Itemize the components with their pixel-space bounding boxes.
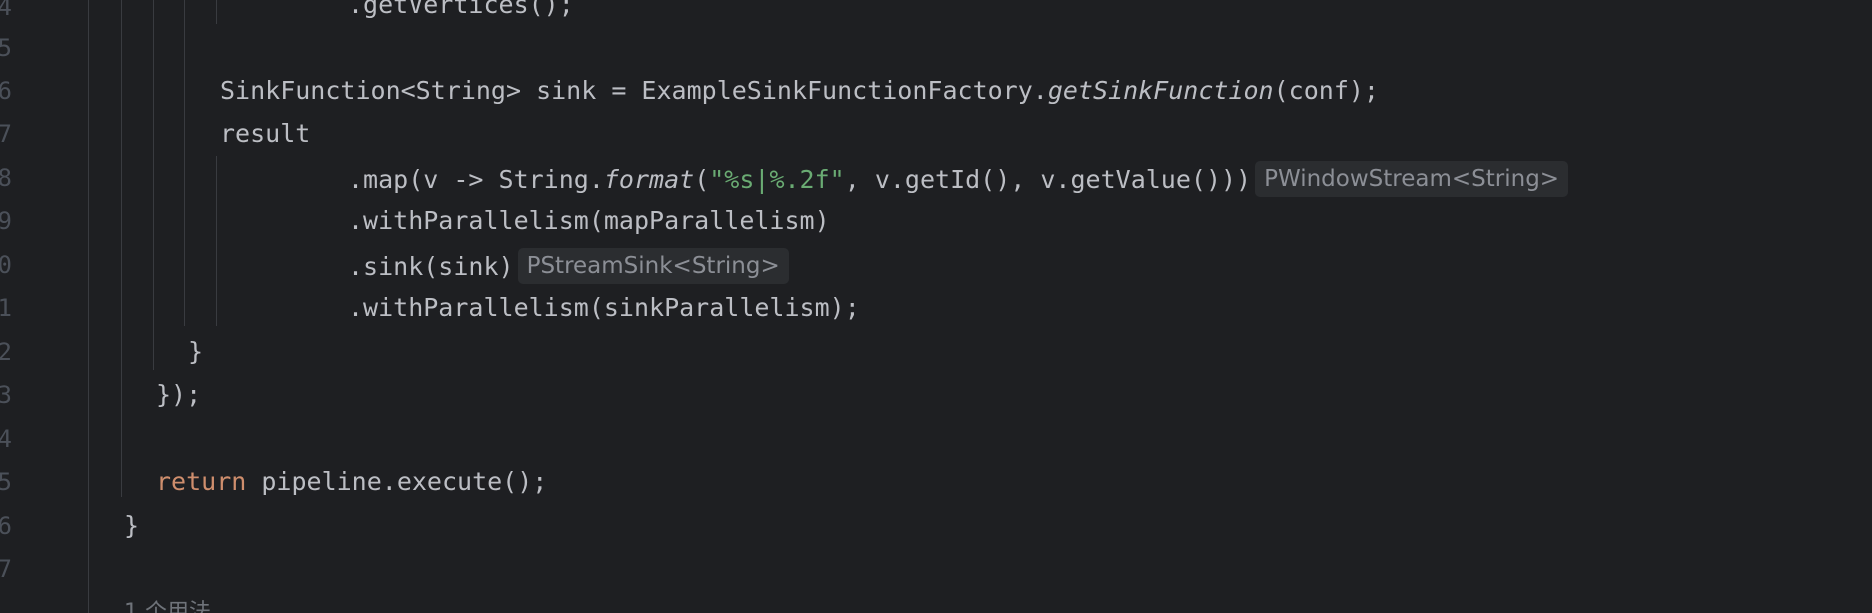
string-literal: "%s|%.2f" [709,165,845,194]
code-line: } [188,337,204,366]
code-line: result [220,119,311,148]
method-call-italic: getSinkFunction [1047,76,1274,105]
code-area[interactable]: .getVertices(); SinkFunction<String> sin… [0,0,1872,613]
code-line: .withParallelism(mapParallelism) [348,206,830,235]
code-token: (conf); [1273,76,1379,105]
type-inlay-hint[interactable]: PStreamSink<String> [517,248,789,284]
keyword-return: return [156,467,247,496]
code-line: .map(v -> String.format("%s|%.2f", v.get… [348,161,1569,197]
code-token: .map(v -> String. [348,165,604,194]
code-token: SinkFunction<String> sink = ExampleSinkF… [220,76,1048,105]
code-token: .sink(sink) [348,252,514,281]
code-token: pipeline.execute(); [246,467,548,496]
static-method-italic: format [603,165,695,194]
usages-code-vision[interactable]: 1 个用法 [124,598,211,613]
code-line: .getVertices(); [348,0,574,19]
code-line: .sink(sink) PStreamSink<String> [348,248,789,284]
code-line: return pipeline.execute(); [156,467,547,497]
code-line: .withParallelism(sinkParallelism); [348,293,860,322]
code-line: }); [156,380,202,409]
code-token: , v.getId(), v.getValue())) [844,165,1252,194]
code-token: ( [694,165,710,194]
code-editor[interactable]: 4 5 6 7 8 9 0 1 2 3 4 5 6 7 .getVertices… [0,0,1872,613]
type-inlay-hint[interactable]: PWindowStream<String> [1255,161,1569,197]
code-line: SinkFunction<String> sink = ExampleSinkF… [220,76,1379,106]
code-line: } [124,511,140,540]
